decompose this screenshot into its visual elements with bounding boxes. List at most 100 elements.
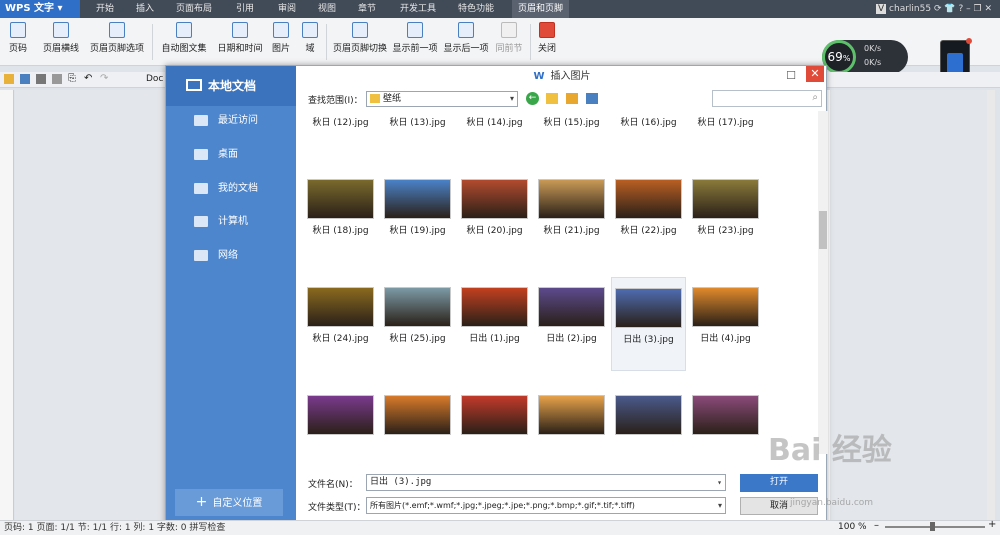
file-grid-scrollbar[interactable]	[818, 111, 828, 454]
sidebar-item-desktop[interactable]: 桌面	[166, 140, 296, 170]
speed-gauge-widget[interactable]: 69% 0K/s 0K/s	[822, 40, 908, 74]
file-item[interactable]	[380, 385, 455, 454]
close-header-footer-button[interactable]: 关闭	[536, 22, 558, 62]
preview-icon[interactable]	[52, 74, 62, 84]
file-item[interactable]: 秋日 (24).jpg	[303, 277, 378, 371]
file-item[interactable]: 秋日 (12).jpg	[303, 111, 378, 155]
file-item[interactable]: 秋日 (15).jpg	[534, 111, 609, 155]
file-item[interactable]	[534, 385, 609, 454]
filename-input[interactable]: 日出 (3).jpg ▾	[366, 474, 726, 491]
close-x-icon	[539, 22, 555, 38]
new-folder-icon[interactable]	[566, 93, 578, 104]
sidebar-item-label: 计算机	[218, 216, 248, 227]
menu-insert[interactable]: 插入	[136, 0, 154, 18]
page-number-button[interactable]: 页码	[4, 22, 32, 62]
zoom-out-icon[interactable]: –	[874, 520, 879, 531]
file-name-label: 秋日 (16).jpg	[620, 118, 677, 128]
file-item[interactable]: 秋日 (17).jpg	[688, 111, 763, 155]
status-text: 页码: 1 页面: 1/1 节: 1/1 行: 1 列: 1 字数: 0 拼写检…	[4, 523, 226, 533]
user-area: V charlin55 ⟳ 👕 ? – ❐ ✕	[876, 0, 992, 18]
maximize-button[interactable]: ☐	[784, 69, 798, 83]
folder-icon	[194, 183, 208, 194]
restore-icon[interactable]: ❐	[974, 4, 982, 14]
undo-icon[interactable]: ↶	[84, 73, 92, 84]
menu-chapter[interactable]: 章节	[358, 0, 376, 18]
format-painter-icon[interactable]: ⎘	[68, 73, 76, 84]
same-as-previous-button[interactable]: 同前节	[494, 22, 524, 62]
menu-review[interactable]: 审阅	[278, 0, 296, 18]
wps-w-icon: W	[533, 71, 545, 82]
switch-header-footer-button[interactable]: 页眉页脚切换	[332, 22, 388, 62]
close-icon[interactable]: ✕	[984, 4, 992, 14]
menu-start[interactable]: 开始	[96, 0, 114, 18]
scrollbar-thumb[interactable]	[819, 211, 827, 249]
print-icon[interactable]	[36, 74, 46, 84]
next-icon	[458, 22, 474, 38]
zoom-slider-handle[interactable]	[930, 522, 935, 531]
scope-label: 查找范围(I)：	[308, 96, 363, 106]
network-icon	[194, 250, 208, 261]
autotext-button[interactable]: 自动图文集	[158, 22, 210, 62]
menu-view[interactable]: 视图	[318, 0, 336, 18]
scope-select[interactable]: 壁纸 ▾	[366, 91, 518, 107]
show-previous-button[interactable]: 显示前一项	[392, 22, 438, 62]
minimize-icon[interactable]: –	[966, 4, 971, 14]
picture-label: 图片	[271, 44, 290, 54]
menu-header-footer[interactable]: 页眉和页脚	[512, 0, 570, 18]
file-name-label: 秋日 (17).jpg	[697, 118, 754, 128]
download-speed: 0K/s	[864, 58, 882, 67]
zoom-slider[interactable]	[885, 526, 985, 528]
file-item[interactable]	[688, 385, 763, 454]
help-icon[interactable]: ?	[958, 4, 963, 14]
show-next-button[interactable]: 显示后一项	[442, 22, 490, 62]
file-item[interactable]: 秋日 (25).jpg	[380, 277, 455, 371]
file-item[interactable]: 秋日 (21).jpg	[534, 169, 609, 263]
sidebar-item-documents[interactable]: 我的文档	[166, 174, 296, 204]
save-icon[interactable]	[20, 74, 30, 84]
file-item[interactable]: 秋日 (14).jpg	[457, 111, 532, 155]
app-logo-button[interactable]: WPS 文字 ▾	[0, 0, 80, 18]
menu-reference[interactable]: 引用	[236, 0, 254, 18]
menu-devtools[interactable]: 开发工具	[400, 0, 436, 18]
file-item[interactable]	[303, 385, 378, 454]
search-input[interactable]: ⌕	[712, 90, 822, 107]
open-icon[interactable]	[4, 74, 14, 84]
menu-features[interactable]: 特色功能	[458, 0, 494, 18]
picture-button[interactable]: 图片	[268, 22, 294, 62]
doc-tab-label[interactable]: Doc	[146, 74, 163, 84]
sidebar-item-recent[interactable]: 最近访问	[166, 106, 296, 136]
dialog-close-button[interactable]: ✕	[806, 66, 824, 82]
filetype-select[interactable]: 所有图片(*.emf;*.wmf;*.jpg;*.jpeg;*.jpe;*.pn…	[366, 497, 726, 514]
file-item[interactable]: 日出 (3).jpg	[611, 277, 686, 371]
file-item[interactable]: 秋日 (13).jpg	[380, 111, 455, 155]
refresh-icon[interactable]: ⟳	[934, 4, 942, 14]
header-footer-options-button[interactable]: 页眉页脚选项	[88, 22, 146, 62]
file-item[interactable]: 日出 (4).jpg	[688, 277, 763, 371]
sidebar-item-network[interactable]: 网络	[166, 241, 296, 271]
sidebar-item-computer[interactable]: 计算机	[166, 207, 296, 237]
shirt-icon[interactable]: 👕	[944, 4, 955, 14]
file-item[interactable]: 秋日 (20).jpg	[457, 169, 532, 263]
file-item[interactable]: 秋日 (19).jpg	[380, 169, 455, 263]
file-item[interactable]	[457, 385, 532, 454]
field-button[interactable]: 域	[300, 22, 320, 62]
file-item[interactable]: 日出 (1).jpg	[457, 277, 532, 371]
view-menu-icon[interactable]	[586, 93, 598, 104]
file-item[interactable]: 秋日 (18).jpg	[303, 169, 378, 263]
custom-location-button[interactable]: + 自定义位置	[175, 489, 283, 516]
zoom-in-icon[interactable]: +	[988, 519, 996, 530]
user-name[interactable]: charlin55	[889, 4, 931, 14]
file-item[interactable]: 秋日 (22).jpg	[611, 169, 686, 263]
redo-icon[interactable]: ↷	[100, 73, 108, 84]
back-icon[interactable]: ←	[526, 92, 539, 105]
chevron-down-icon: ▾	[509, 94, 514, 103]
switch-header-footer-label: 页眉页脚切换	[332, 44, 387, 54]
file-item[interactable]	[611, 385, 686, 454]
menu-layout[interactable]: 页面布局	[176, 0, 212, 18]
up-folder-icon[interactable]	[546, 93, 558, 104]
file-item[interactable]: 秋日 (23).jpg	[688, 169, 763, 263]
file-item[interactable]: 日出 (2).jpg	[534, 277, 609, 371]
date-time-button[interactable]: 日期和时间	[216, 22, 264, 62]
header-line-button[interactable]: 页眉横线	[38, 22, 84, 62]
file-item[interactable]: 秋日 (16).jpg	[611, 111, 686, 155]
